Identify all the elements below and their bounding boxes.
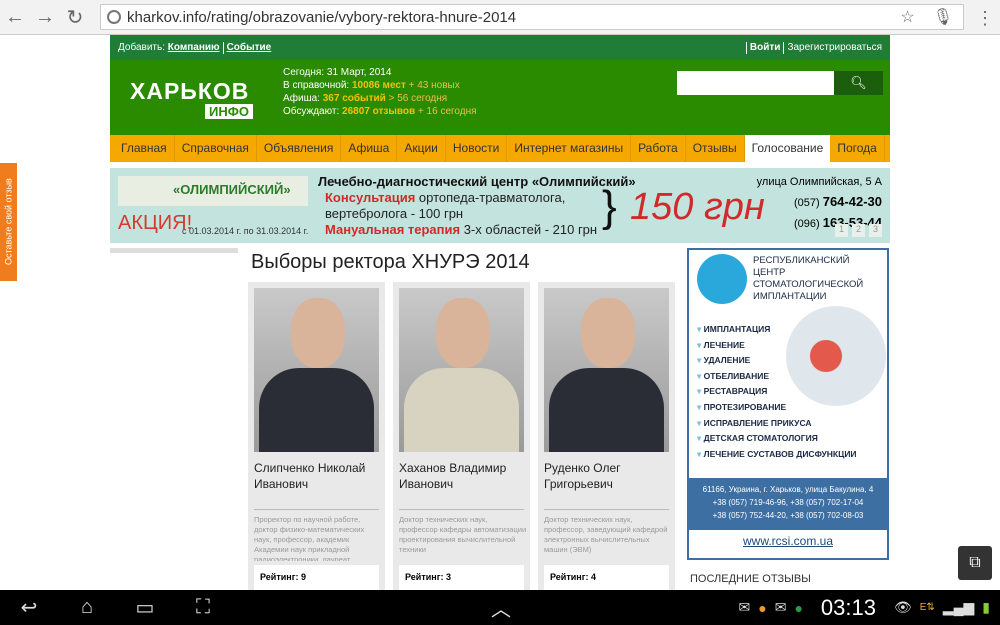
eye-icon: 👁 xyxy=(893,599,912,615)
candidate-name[interactable]: Руденко Олег Григорьевич xyxy=(544,460,674,492)
nav-shops[interactable]: Интернет магазины xyxy=(507,135,632,162)
battery-icon: ▮ xyxy=(982,599,990,615)
nav-directory[interactable]: Справочная xyxy=(175,135,257,162)
globe-icon xyxy=(107,10,121,24)
banner-title: Лечебно-диагностический центр «Олимпийск… xyxy=(318,174,636,189)
promo-dates: с 01.03.2014 г. по 31.03.2014 г. xyxy=(182,226,309,236)
candidate-card[interactable]: Слипченко Николай Иванович Проректор по … xyxy=(248,282,385,590)
candidate-name[interactable]: Хаханов Владимир Иванович xyxy=(399,460,529,492)
ad-contacts: 61166, Украина, г. Харьков, улица Бакули… xyxy=(689,478,887,530)
top-bar: Добавить: Компанию Событие Войти Зарегист… xyxy=(110,35,890,60)
mic-icon[interactable]: 🎙 xyxy=(933,7,953,27)
main-nav: Главная Справочная Объявления Афиша Акци… xyxy=(110,135,890,162)
nav-home[interactable]: Главная xyxy=(114,135,175,162)
header: ХАРЬКОВ ИНФО Сегодня: 31 Март, 2014 В спр… xyxy=(110,60,890,135)
candidate-rating: Рейтинг: 4 xyxy=(544,565,669,590)
candidate-photo xyxy=(544,288,669,452)
candidate-rating: Рейтинг: 3 xyxy=(399,565,524,590)
banner-page-3[interactable]: 3 xyxy=(869,224,882,237)
mail-icon[interactable]: ✉ xyxy=(775,599,787,616)
nav-reviews[interactable]: Отзывы xyxy=(686,135,745,162)
nav-afisha[interactable]: Афиша xyxy=(341,135,398,162)
home-icon[interactable]: ⌂ xyxy=(58,596,116,619)
tooth-logo-icon xyxy=(697,254,747,304)
url-bar[interactable]: kharkov.info/rating/obrazovanie/vybory-r… xyxy=(100,4,964,30)
back-nav-icon[interactable]: ↩ xyxy=(0,595,58,620)
login-link[interactable]: Войти xyxy=(750,42,781,53)
site-stats: Сегодня: 31 Март, 2014 В справочной: 100… xyxy=(283,67,477,117)
dental-ad[interactable]: РЕСПУБЛИКАНСКИЙ ЦЕНТР СТОМАТОЛОГИЧЕСКОЙ … xyxy=(687,248,889,560)
feedback-tab[interactable]: Оставьте свой отзыв xyxy=(0,163,17,281)
last-reviews-heading: ПОСЛЕДНИЕ ОТЗЫВЫ xyxy=(690,573,811,585)
data-icon: E⇅ xyxy=(919,602,935,613)
candidate-desc: Доктор технических наук, профессор кафед… xyxy=(399,515,527,554)
url-text: kharkov.info/rating/obrazovanie/vybory-r… xyxy=(127,8,517,26)
nav-voting[interactable]: Голосование xyxy=(744,135,831,162)
site-logo[interactable]: ХАРЬКОВ ИНФО xyxy=(130,78,253,119)
banner-page-1[interactable]: 1 xyxy=(835,224,848,237)
search-icon: 🔍︎ xyxy=(850,75,867,90)
add-label: Добавить: xyxy=(118,42,165,53)
olimpiysky-banner[interactable]: «ОЛИМПИЙСКИЙ» АКЦИЯ! с 01.03.2014 г. по … xyxy=(110,168,890,243)
back-icon[interactable]: ← xyxy=(0,6,30,29)
candidate-photo xyxy=(399,288,524,452)
star-icon[interactable]: ☆ xyxy=(900,7,914,27)
forward-icon[interactable]: → xyxy=(30,6,60,29)
candidate-card[interactable]: Хаханов Владимир Иванович Доктор техниче… xyxy=(393,282,530,590)
banner-page-2[interactable]: 2 xyxy=(852,224,865,237)
reload-icon[interactable]: ↻ xyxy=(60,5,90,30)
banner-price: 150 грн xyxy=(630,186,765,228)
page-title: Выборы ректора ХНУРЭ 2014 xyxy=(251,251,530,273)
banner-logo: «ОЛИМПИЙСКИЙ» xyxy=(118,176,308,206)
banner-services: Консультация ортопеда-травматолога, верт… xyxy=(325,190,598,237)
nav-news[interactable]: Новости xyxy=(446,135,508,162)
brace: } xyxy=(602,182,617,231)
candidate-photo xyxy=(254,288,379,452)
browser-toolbar: ← → ↻ kharkov.info/rating/obrazovanie/vy… xyxy=(0,0,1000,35)
nav-jobs[interactable]: Работа xyxy=(631,135,686,162)
nav-ads[interactable]: Объявления xyxy=(257,135,342,162)
signal-icon: ▂▄▆ xyxy=(942,599,975,615)
ad-site-link[interactable]: www.rcsi.com.ua xyxy=(689,534,887,548)
candidate-card[interactable]: Руденко Олег Григорьевич Доктор техничес… xyxy=(538,282,675,590)
candidate-desc: Проректор по научной работе, доктор физи… xyxy=(254,515,365,561)
search-button[interactable]: 🔍︎ xyxy=(834,71,883,95)
candidate-name[interactable]: Слипченко Николай Иванович xyxy=(254,460,384,492)
android-system-bar: ↩ ⌂ ▭ ⛶ ︿ ✉ ● ✉ ● 03:13 👁 E⇅ ▂▄▆ ▮ xyxy=(0,590,1000,625)
search-input[interactable] xyxy=(677,71,834,95)
chat-icon[interactable]: ● xyxy=(794,600,802,616)
recent-apps-icon[interactable]: ▭ xyxy=(116,595,174,620)
chevron-up-icon[interactable]: ︿ xyxy=(472,593,530,622)
clock: 03:13 xyxy=(820,594,876,620)
candidate-desc: Доктор технических наук, профессор, заве… xyxy=(544,515,668,554)
screenshot-icon[interactable]: ⛶ xyxy=(174,596,232,619)
nav-promos[interactable]: Акции xyxy=(397,135,446,162)
candidate-rating: Рейтинг: 9 xyxy=(254,565,379,590)
ad-services: ИМПЛАНТАЦИЯЛЕЧЕНИЕУДАЛЕНИЕОТБЕЛИВАНИЕРЕС… xyxy=(697,322,857,462)
nav-weather[interactable]: Погода xyxy=(830,135,885,162)
banner-pager: 123 xyxy=(835,224,882,237)
add-event-link[interactable]: Событие xyxy=(227,42,272,53)
add-company-link[interactable]: Компанию xyxy=(168,42,220,53)
menu-icon[interactable]: ⋮ xyxy=(976,8,994,29)
ad-title: РЕСПУБЛИКАНСКИЙ ЦЕНТР СТОМАТОЛОГИЧЕСКОЙ … xyxy=(753,255,864,302)
multiwindow-button[interactable]: ⧉ xyxy=(958,546,992,580)
register-link[interactable]: Зарегистрироваться xyxy=(787,42,882,53)
page: Добавить: Компанию Событие Войти Зарегист… xyxy=(110,35,890,590)
left-sidebar-bar xyxy=(110,248,238,253)
notification-icon[interactable]: ✉ xyxy=(739,599,751,616)
app-icon[interactable]: ● xyxy=(758,600,766,616)
